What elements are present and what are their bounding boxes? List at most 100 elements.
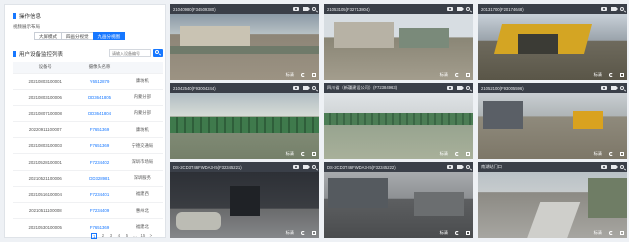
fullscreen-icon[interactable] — [312, 152, 316, 156]
refresh-icon[interactable] — [609, 152, 613, 156]
layout-four-split-button[interactable]: 四画分视觉 — [61, 32, 94, 40]
video-tile[interactable]: 21052100(F93005596) 标清 — [478, 83, 627, 159]
video-tile[interactable]: 21040980(F34509380) 标清 — [170, 4, 319, 80]
table-row[interactable]: 20210807100008 DD3641804 内蒙分部 — [13, 104, 163, 122]
fullscreen-icon[interactable] — [466, 73, 470, 77]
table-row[interactable]: 20210511100008 F7234409 惠州北 — [13, 201, 163, 219]
next-page-button[interactable]: > — [148, 233, 153, 239]
video-tile-header: 四川省（新疆建设公司）(F72384963) — [324, 83, 473, 93]
snapshot-icon[interactable] — [601, 165, 607, 169]
snapshot-icon[interactable] — [293, 165, 299, 169]
camera-name-cell[interactable]: F7651369 — [77, 121, 122, 138]
quality-toggle[interactable]: 标清 — [286, 151, 294, 157]
record-icon[interactable] — [303, 7, 310, 11]
snapshot-icon[interactable] — [447, 165, 453, 169]
record-icon[interactable] — [611, 165, 618, 169]
video-tile[interactable]: 21042540(F93004244) 标清 — [170, 83, 319, 159]
record-icon[interactable] — [611, 7, 618, 11]
fullscreen-icon[interactable] — [466, 231, 470, 235]
device-search-input[interactable] — [110, 50, 150, 56]
device-id-cell: 20210807100008 — [13, 104, 78, 122]
page-2[interactable]: 2 — [100, 233, 105, 239]
camera-name-cell[interactable]: Y6512879 — [77, 72, 122, 90]
record-icon[interactable] — [611, 86, 618, 90]
refresh-icon[interactable] — [455, 73, 459, 77]
quality-toggle[interactable]: 标清 — [594, 230, 602, 236]
refresh-icon[interactable] — [609, 231, 613, 235]
zoom-icon[interactable] — [312, 165, 316, 169]
record-icon[interactable] — [303, 165, 310, 169]
zoom-icon[interactable] — [620, 7, 624, 11]
layout-big-screen-button[interactable]: 大屏模式 — [34, 32, 62, 40]
table-row[interactable]: 20210516100004 F7234401 福建西 — [13, 185, 163, 203]
quality-toggle[interactable]: 标清 — [286, 72, 294, 78]
record-icon[interactable] — [457, 165, 464, 169]
fullscreen-icon[interactable] — [620, 152, 624, 156]
refresh-icon[interactable] — [301, 152, 305, 156]
camera-name-cell[interactable]: DD328981 — [77, 169, 122, 187]
quality-toggle[interactable]: 标清 — [594, 72, 602, 78]
refresh-icon[interactable] — [609, 73, 613, 77]
table-row[interactable]: 20210521100006 DD328981 深圳服务 — [13, 169, 163, 187]
fullscreen-icon[interactable] — [620, 231, 624, 235]
quality-toggle[interactable]: 标清 — [440, 72, 448, 78]
table-row[interactable]: 20210528100001 F7234402 深圳市场局 — [13, 153, 163, 171]
camera-name-cell[interactable]: DD3641805 — [77, 88, 122, 106]
refresh-icon[interactable] — [301, 73, 305, 77]
camera-name-cell[interactable]: F7234409 — [77, 201, 122, 219]
record-icon[interactable] — [457, 7, 464, 11]
table-row[interactable]: 20210803100003 F7651369 宁德交通局 — [13, 137, 163, 154]
zoom-icon[interactable] — [466, 7, 470, 11]
video-tile[interactable]: 21053105(F32713804) 标清 — [324, 4, 473, 80]
quality-toggle[interactable]: 标清 — [286, 230, 294, 236]
search-button[interactable] — [153, 49, 163, 57]
snapshot-icon[interactable] — [293, 7, 299, 11]
zoom-icon[interactable] — [466, 86, 470, 90]
fullscreen-icon[interactable] — [312, 231, 316, 235]
snapshot-icon[interactable] — [601, 7, 607, 11]
video-tile[interactable]: 四川省（新疆建设公司）(F72384963) 标清 — [324, 83, 473, 159]
page-1[interactable]: 1 — [91, 233, 98, 239]
snapshot-icon[interactable] — [293, 86, 299, 90]
video-feed — [324, 14, 473, 80]
quality-toggle[interactable]: 标清 — [440, 151, 448, 157]
zoom-icon[interactable] — [466, 165, 470, 169]
zoom-icon[interactable] — [620, 86, 624, 90]
page-3[interactable]: 3 — [108, 233, 113, 239]
camera-name-cell[interactable]: DD3641804 — [77, 104, 122, 122]
video-tile-header: 21053105(F32713804) — [324, 4, 473, 14]
camera-name-cell[interactable]: F7651369 — [77, 137, 122, 154]
table-row[interactable]: 20220911100007 F7651369 康坊机 — [13, 121, 163, 138]
quality-toggle[interactable]: 标清 — [594, 151, 602, 157]
device-id-cell: 20210803100003 — [13, 137, 78, 154]
video-tile[interactable]: 20131700(F20174648) 标清 — [478, 4, 627, 80]
fullscreen-icon[interactable] — [620, 73, 624, 77]
page-15[interactable]: 15 — [140, 233, 146, 239]
snapshot-icon[interactable] — [447, 86, 453, 90]
zoom-icon[interactable] — [312, 86, 316, 90]
page-5[interactable]: 5 — [124, 233, 129, 239]
snapshot-icon[interactable] — [447, 7, 453, 11]
quality-toggle[interactable]: 标清 — [440, 230, 448, 236]
record-icon[interactable] — [303, 86, 310, 90]
video-tile[interactable]: DS-2CD3T46FWDA3-I5(F32345222) 标清 — [324, 162, 473, 238]
page-4[interactable]: 4 — [116, 233, 121, 239]
video-controls: 标清 — [440, 230, 470, 236]
record-icon[interactable] — [457, 86, 464, 90]
fullscreen-icon[interactable] — [466, 152, 470, 156]
camera-name-cell[interactable]: F7234402 — [77, 153, 122, 171]
fullscreen-icon[interactable] — [312, 73, 316, 77]
snapshot-icon[interactable] — [601, 86, 607, 90]
refresh-icon[interactable] — [455, 152, 459, 156]
video-tile[interactable]: 南湖站门口 标清 — [478, 162, 627, 238]
layout-nine-split-button[interactable]: 九画分视图 — [92, 32, 125, 40]
zoom-icon[interactable] — [312, 7, 316, 11]
refresh-icon[interactable] — [301, 231, 305, 235]
video-tile[interactable]: DS-2CD3T46FWDA3-I5(F32345221) 标清 — [170, 162, 319, 238]
zoom-icon[interactable] — [620, 165, 624, 169]
table-row[interactable]: 20210803100001 Y6512879 康坊机 — [13, 72, 163, 90]
camera-name-cell[interactable]: F7234401 — [77, 185, 122, 203]
refresh-icon[interactable] — [455, 231, 459, 235]
video-feed — [478, 93, 627, 159]
table-row[interactable]: 20210803100006 DD3641805 内蒙分部 — [13, 88, 163, 106]
